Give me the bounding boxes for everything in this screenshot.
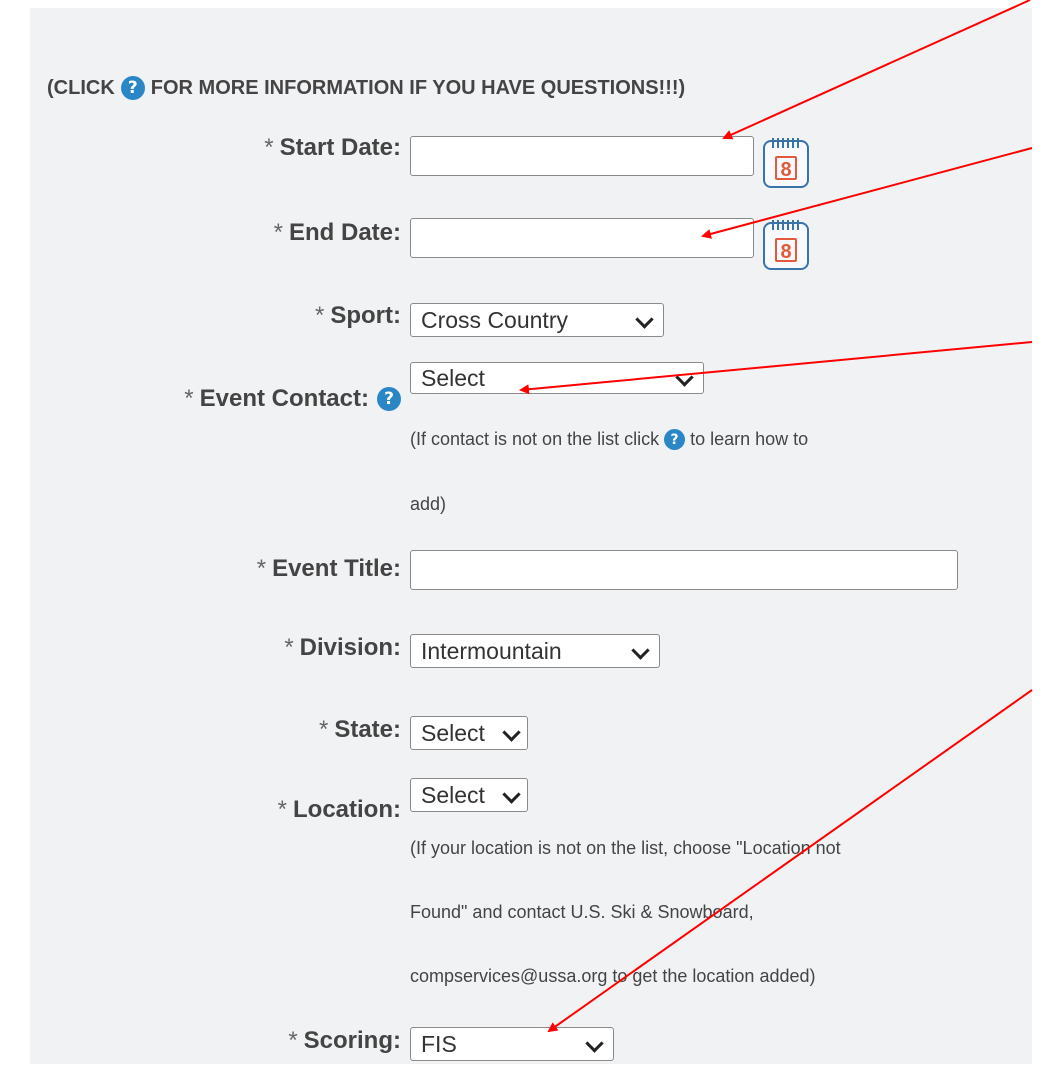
state-select[interactable]: Select — [410, 716, 528, 750]
help-icon[interactable]: ? — [664, 429, 686, 450]
event-contact-note-line2-text: add) — [410, 494, 447, 514]
scoring-label: * Scoring: — [288, 1027, 401, 1055]
chevron-down-icon — [635, 310, 654, 329]
division-selected-value: Intermountain — [421, 638, 562, 664]
start-date-label: * Start Date: — [264, 134, 401, 162]
state-label: * State: — [319, 716, 401, 744]
calendar-day: 8 — [775, 238, 797, 263]
sport-select[interactable]: Cross Country — [410, 303, 664, 337]
end-date-label: * End Date: — [274, 219, 401, 247]
start-date-calendar-icon[interactable]: 8 — [763, 138, 809, 188]
chevron-down-icon — [585, 1034, 604, 1053]
calendar-rings — [772, 138, 800, 148]
event-title-input[interactable] — [410, 550, 958, 590]
location-note-line: (If your location is not on the list, ch… — [410, 838, 841, 859]
event-contact-label: * Event Contact: ? — [184, 385, 407, 413]
location-note-text: (If your location is not on the list, ch… — [410, 838, 841, 858]
required-mark: * — [315, 302, 325, 329]
event-contact-label-text: Event Contact: — [199, 385, 369, 412]
event-title-label-text: Event Title: — [272, 555, 401, 582]
end-date-label-text: End Date: — [288, 219, 401, 246]
required-mark: * — [184, 385, 194, 412]
help-icon[interactable]: ? — [377, 387, 401, 411]
scoring-select[interactable]: FIS — [410, 1027, 614, 1061]
instruction-prefix: (CLICK — [47, 76, 115, 99]
chevron-down-icon — [502, 785, 521, 804]
scoring-label-text: Scoring: — [303, 1027, 401, 1054]
left-margin — [0, 0, 30, 1064]
required-mark: * — [284, 634, 294, 661]
location-note-line: Found" and contact U.S. Ski & Snowboard, — [410, 902, 754, 923]
location-note-text: Found" and contact U.S. Ski & Snowboard, — [410, 902, 754, 922]
location-note-text: compservices@ussa.org to get the locatio… — [410, 966, 816, 986]
start-date-input[interactable] — [410, 136, 754, 176]
event-contact-note-line2: add) — [410, 494, 446, 515]
help-icon[interactable]: ? — [120, 76, 145, 100]
event-contact-note-suffix: to learn how to — [690, 429, 809, 449]
location-selected-value: Select — [421, 782, 485, 808]
start-date-label-text: Start Date: — [279, 134, 401, 161]
chevron-down-icon — [675, 368, 694, 387]
required-mark: * — [264, 134, 274, 161]
event-contact-note-prefix: (If contact is not on the list click — [410, 429, 660, 449]
location-label: * Location: — [278, 796, 401, 824]
help-instruction: (CLICK ? FOR MORE INFORMATION IF YOU HAV… — [47, 76, 685, 100]
required-mark: * — [288, 1027, 298, 1054]
event-title-label: * Event Title: — [257, 555, 401, 583]
state-label-text: State: — [334, 716, 401, 743]
event-contact-note: (If contact is not on the list click ? t… — [410, 429, 808, 450]
event-contact-selected-value: Select — [421, 365, 485, 391]
sport-selected-value: Cross Country — [421, 307, 568, 333]
calendar-day: 8 — [775, 156, 797, 181]
end-date-calendar-icon[interactable]: 8 — [763, 220, 809, 270]
division-label: * Division: — [284, 634, 401, 662]
chevron-down-icon — [502, 723, 521, 742]
required-mark: * — [273, 219, 283, 246]
top-margin — [0, 0, 1051, 8]
required-mark: * — [277, 796, 287, 823]
event-contact-select[interactable]: Select — [410, 362, 704, 394]
sport-label: * Sport: — [315, 302, 401, 330]
scoring-selected-value: FIS — [421, 1031, 457, 1057]
state-selected-value: Select — [421, 720, 485, 746]
location-label-text: Location: — [293, 796, 401, 823]
required-mark: * — [318, 716, 329, 743]
sport-label-text: Sport: — [330, 302, 401, 329]
chevron-down-icon — [631, 641, 650, 660]
required-mark: * — [256, 555, 267, 582]
end-date-input[interactable] — [410, 218, 754, 258]
location-select[interactable]: Select — [410, 778, 528, 812]
division-label-text: Division: — [299, 634, 401, 661]
right-margin — [1032, 0, 1051, 1064]
division-select[interactable]: Intermountain — [410, 634, 660, 668]
instruction-suffix: FOR MORE INFORMATION IF YOU HAVE QUESTIO… — [150, 76, 686, 99]
calendar-rings — [772, 220, 800, 230]
location-note-line: compservices@ussa.org to get the locatio… — [410, 966, 816, 987]
